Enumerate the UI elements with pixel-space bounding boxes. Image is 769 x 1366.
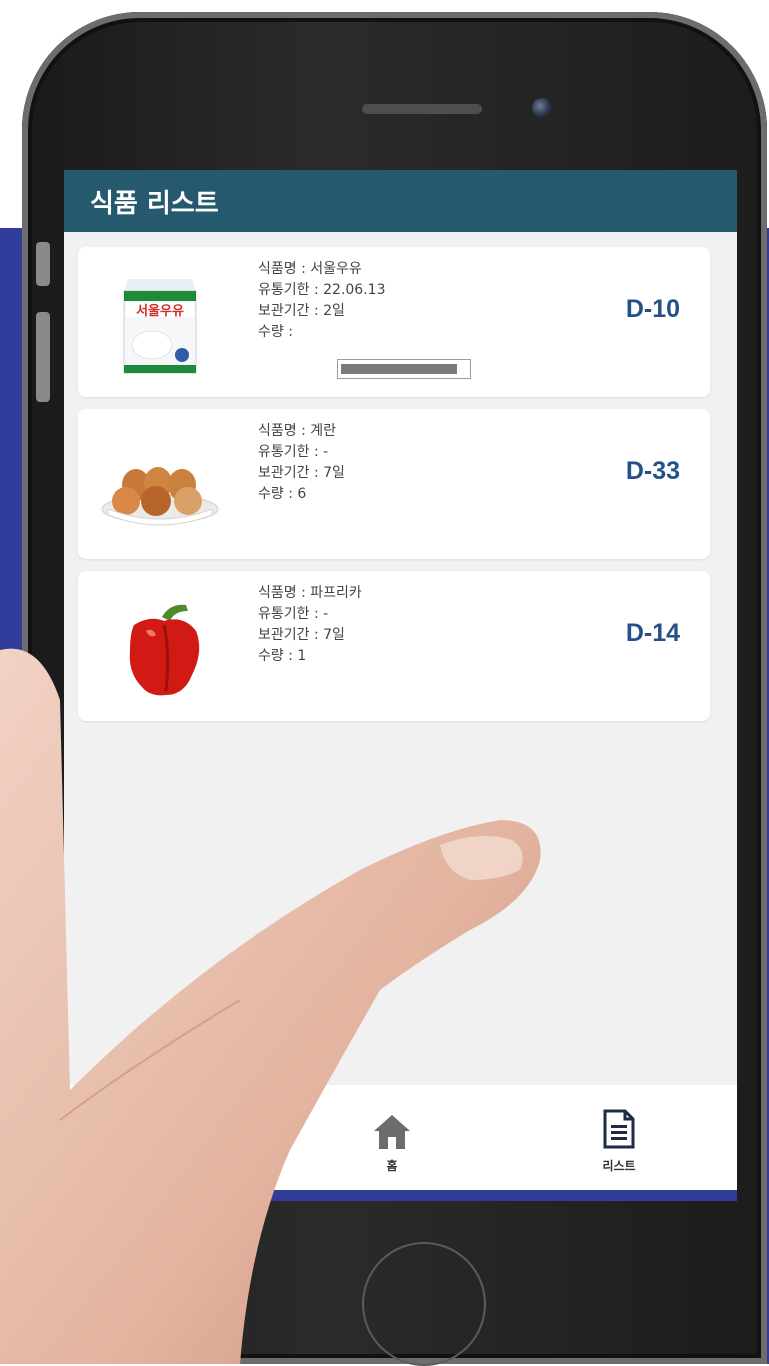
- food-storage: 보관기간 : 2일: [258, 303, 345, 319]
- egg-tray-image: [101, 467, 219, 526]
- food-expiry: 유통기한 : 22.06.13: [258, 282, 386, 298]
- food-name: 식품명 : 서울우유: [258, 261, 362, 277]
- tab-list[interactable]: 리스트: [549, 1085, 689, 1195]
- phone-home-button[interactable]: [362, 1242, 486, 1366]
- tab-bar: 홈 리스트: [64, 1085, 737, 1195]
- tab-bar-accent: [64, 1190, 737, 1201]
- food-name: 식품명 : 계란: [258, 423, 337, 439]
- food-storage: 보관기간 : 7일: [258, 627, 345, 643]
- app-screen: 식품 리스트 서울우유 식품명 : 서울우유 유통기한 : 22.06.13 보…: [64, 170, 737, 1201]
- dday-badge: D-33: [625, 457, 680, 485]
- app-header: 식품 리스트: [64, 170, 737, 232]
- tab-home-label: 홈: [386, 1159, 398, 1173]
- svg-text:서울우유: 서울우유: [136, 303, 184, 319]
- document-list-icon: [603, 1109, 635, 1149]
- food-expiry: 유통기한 : -: [258, 444, 329, 460]
- tab-home[interactable]: 홈: [322, 1085, 462, 1195]
- food-quantity: 수량 :: [258, 324, 293, 340]
- food-card[interactable]: 식품명 : 계란 유통기한 : - 보관기간 : 7일 수량 : 6 D-33: [78, 409, 710, 559]
- page-title: 식품 리스트: [90, 188, 219, 219]
- tab-list-label: 리스트: [602, 1159, 636, 1173]
- food-card[interactable]: 식품명 : 파프리카 유통기한 : - 보관기간 : 7일 수량 : 1 D-1…: [78, 571, 710, 721]
- food-quantity: 수량 : 1: [258, 648, 307, 664]
- food-name: 식품명 : 파프리카: [258, 585, 362, 601]
- quantity-bar[interactable]: [337, 359, 471, 379]
- food-info: 식품명 : 계란 유통기한 : - 보관기간 : 7일 수량 : 6: [258, 421, 345, 505]
- home-icon: [374, 1115, 410, 1149]
- quantity-bar-fill: [341, 364, 457, 374]
- phone-volume-up: [36, 312, 50, 402]
- food-info: 식품명 : 파프리카 유통기한 : - 보관기간 : 7일 수량 : 1: [258, 583, 362, 667]
- food-storage: 보관기간 : 7일: [258, 465, 345, 481]
- phone-mute-switch: [36, 242, 50, 286]
- paprika-image: [129, 604, 200, 696]
- milk-carton-image: 서울우유: [123, 279, 197, 374]
- dday-badge: D-14: [625, 619, 680, 647]
- phone-speaker: [362, 104, 482, 114]
- food-card[interactable]: 서울우유 식품명 : 서울우유 유통기한 : 22.06.13 보관기간 : 2…: [78, 247, 710, 397]
- food-quantity: 수량 : 6: [258, 486, 307, 502]
- dday-badge: D-10: [625, 295, 680, 323]
- phone-camera: [532, 98, 552, 118]
- food-expiry: 유통기한 : -: [258, 606, 329, 622]
- food-info: 식품명 : 서울우유 유통기한 : 22.06.13 보관기간 : 2일 수량 …: [258, 259, 385, 343]
